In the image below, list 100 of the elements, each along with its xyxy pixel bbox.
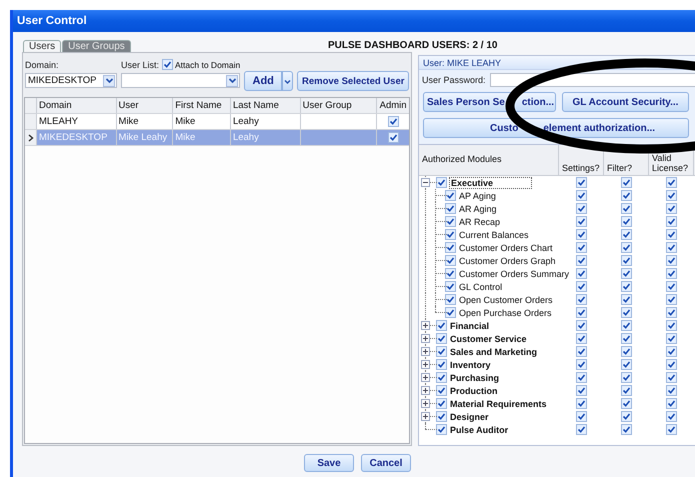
column-header[interactable]: Settings? xyxy=(559,145,604,175)
grid-checkbox[interactable] xyxy=(621,372,632,383)
domain-dropdown[interactable]: MIKEDESKTOP xyxy=(25,73,117,88)
module-checkbox[interactable] xyxy=(445,242,456,253)
grid-checkbox[interactable] xyxy=(576,307,587,318)
grid-checkbox[interactable] xyxy=(621,333,632,344)
module-name[interactable]: Production xyxy=(449,386,498,396)
grid-checkbox[interactable] xyxy=(666,281,677,292)
grid-checkbox[interactable] xyxy=(666,411,677,422)
module-checkbox[interactable] xyxy=(436,177,447,188)
module-name[interactable]: Customer Service xyxy=(449,334,528,344)
module-name[interactable]: Open Purchase Orders xyxy=(458,308,553,318)
grid-checkbox[interactable] xyxy=(621,216,632,227)
module-name[interactable]: Designer xyxy=(449,412,490,422)
grid-checkbox[interactable] xyxy=(666,385,677,396)
grid-checkbox[interactable] xyxy=(621,346,632,357)
grid-checkbox[interactable] xyxy=(576,398,587,409)
expand-toggle[interactable] xyxy=(421,334,430,343)
grid-checkbox[interactable] xyxy=(666,190,677,201)
module-name[interactable]: Customer Orders Summary xyxy=(458,268,570,278)
grid-checkbox[interactable] xyxy=(666,229,677,240)
expand-toggle[interactable] xyxy=(421,386,430,395)
grid-checkbox[interactable] xyxy=(621,242,632,253)
column-header[interactable]: Valid License? xyxy=(649,145,694,175)
module-checkbox[interactable] xyxy=(436,320,447,331)
expand-toggle[interactable] xyxy=(421,399,430,408)
module-name[interactable]: GL Control xyxy=(458,282,504,292)
module-name[interactable]: Sales and Marketing xyxy=(449,346,538,356)
grid-checkbox[interactable] xyxy=(576,385,587,396)
grid-checkbox[interactable] xyxy=(576,242,587,253)
module-name[interactable]: Current Balances xyxy=(458,230,530,240)
grid-checkbox[interactable] xyxy=(621,229,632,240)
attach-checkbox[interactable] xyxy=(162,59,174,70)
module-name[interactable]: Purchasing xyxy=(449,372,500,382)
grid-checkbox[interactable] xyxy=(576,255,587,266)
dialog-button[interactable]: Cancel xyxy=(361,454,411,472)
module-checkbox[interactable] xyxy=(445,268,456,279)
grid-checkbox[interactable] xyxy=(576,359,587,370)
grid-checkbox[interactable] xyxy=(666,216,677,227)
grid-checkbox[interactable] xyxy=(621,359,632,370)
module-checkbox[interactable] xyxy=(436,333,447,344)
grid-checkbox[interactable] xyxy=(576,216,587,227)
module-name[interactable]: AP Aging xyxy=(458,190,497,200)
grid-checkbox[interactable] xyxy=(576,320,587,331)
grid-checkbox[interactable] xyxy=(576,203,587,214)
grid-checkbox[interactable] xyxy=(621,255,632,266)
module-checkbox[interactable] xyxy=(445,203,456,214)
module-name[interactable]: Inventory xyxy=(449,360,492,370)
column-header[interactable]: Domain xyxy=(36,98,117,113)
dialog-button[interactable]: Sales Person Se ction... xyxy=(423,92,556,112)
module-checkbox[interactable] xyxy=(445,307,456,318)
dialog-button[interactable]: GL Account Security... xyxy=(562,92,689,112)
module-checkbox[interactable] xyxy=(445,294,456,305)
dialog-button[interactable]: Save xyxy=(304,454,354,472)
module-name[interactable]: AR Aging xyxy=(458,204,498,214)
module-checkbox[interactable] xyxy=(445,216,456,227)
grid-checkbox[interactable] xyxy=(576,281,587,292)
grid-checkbox[interactable] xyxy=(666,372,677,383)
tab[interactable]: Users xyxy=(23,40,62,52)
expand-toggle[interactable] xyxy=(421,373,430,382)
column-header[interactable]: Filter? xyxy=(604,145,649,175)
add-menu-button[interactable] xyxy=(282,71,294,91)
remove-user-button[interactable]: Remove Selected User xyxy=(297,71,410,91)
column-header[interactable]: User Group xyxy=(300,98,378,113)
module-name[interactable]: Executive xyxy=(449,176,532,188)
grid-checkbox[interactable] xyxy=(576,411,587,422)
column-header[interactable]: Authorized Modules xyxy=(419,145,559,175)
grid-checkbox[interactable] xyxy=(621,385,632,396)
module-checkbox[interactable] xyxy=(445,281,456,292)
grid-checkbox[interactable] xyxy=(666,268,677,279)
module-checkbox[interactable] xyxy=(445,255,456,266)
module-name[interactable]: Customer Orders Chart xyxy=(458,242,554,252)
module-checkbox[interactable] xyxy=(445,229,456,240)
module-checkbox[interactable] xyxy=(436,359,447,370)
module-name[interactable]: Pulse Auditor xyxy=(449,424,510,434)
grid-checkbox[interactable] xyxy=(576,333,587,344)
column-header[interactable]: Admin xyxy=(377,98,409,113)
expand-toggle[interactable] xyxy=(421,321,430,330)
module-checkbox[interactable] xyxy=(436,385,447,396)
module-checkbox[interactable] xyxy=(436,372,447,383)
expand-toggle[interactable] xyxy=(421,412,430,421)
column-header[interactable]: Last Name xyxy=(230,98,301,113)
module-checkbox[interactable] xyxy=(445,190,456,201)
grid-checkbox[interactable] xyxy=(576,372,587,383)
add-button[interactable]: Add xyxy=(244,71,282,91)
column-header[interactable]: User xyxy=(116,98,174,113)
grid-checkbox[interactable] xyxy=(621,294,632,305)
module-name[interactable]: AR Recap xyxy=(458,216,502,226)
grid-checkbox[interactable] xyxy=(621,320,632,331)
module-name[interactable]: Material Requirements xyxy=(449,398,548,408)
grid-checkbox[interactable] xyxy=(576,294,587,305)
grid-checkbox[interactable] xyxy=(576,229,587,240)
module-checkbox[interactable] xyxy=(436,424,447,435)
grid-checkbox[interactable] xyxy=(621,177,632,188)
grid-checkbox[interactable] xyxy=(666,255,677,266)
grid-checkbox[interactable] xyxy=(666,203,677,214)
grid-checkbox[interactable] xyxy=(576,190,587,201)
grid-checkbox[interactable] xyxy=(666,359,677,370)
module-checkbox[interactable] xyxy=(436,398,447,409)
expand-toggle[interactable] xyxy=(421,360,430,369)
